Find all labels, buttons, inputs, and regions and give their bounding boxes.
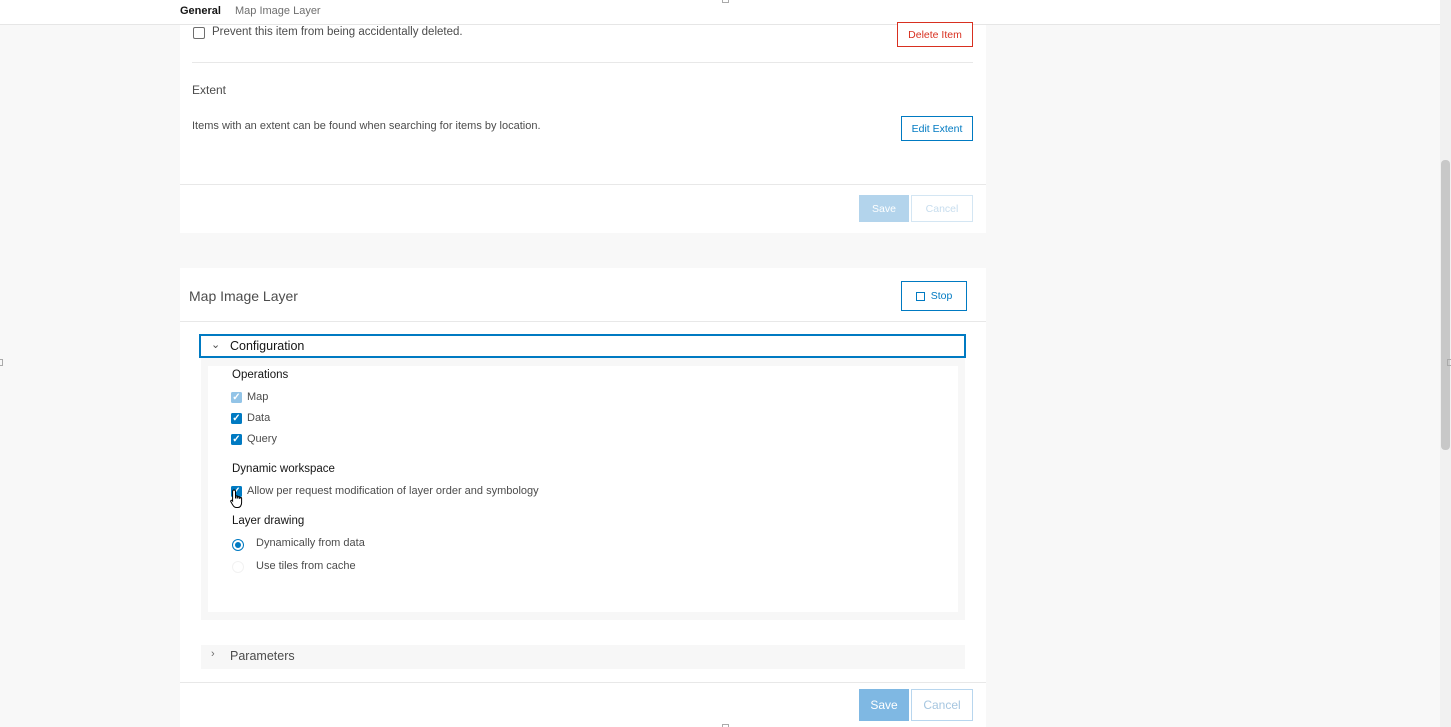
dynamic-workspace-label: Allow per request modification of layer … bbox=[247, 485, 539, 497]
chevron-down-icon: ⌄ bbox=[211, 339, 221, 351]
operations-heading: Operations bbox=[232, 369, 289, 381]
delete-protection-checkbox[interactable] bbox=[193, 27, 205, 39]
configuration-accordion-header[interactable]: ⌄ Configuration bbox=[199, 334, 966, 358]
dynamically-from-data-radio[interactable] bbox=[232, 539, 244, 551]
map-operation-checkbox[interactable]: ✓ bbox=[231, 392, 242, 403]
divider bbox=[180, 682, 986, 683]
divider bbox=[192, 62, 973, 63]
data-operation-checkbox[interactable]: ✓ bbox=[231, 413, 242, 424]
parameters-accordion-header[interactable]: › Parameters bbox=[201, 645, 965, 669]
map-image-layer-title: Map Image Layer bbox=[189, 288, 298, 304]
general-cancel-button[interactable]: Cancel bbox=[911, 195, 973, 222]
extent-description: Items with an extent can be found when s… bbox=[192, 120, 541, 132]
stop-button-label: Stop bbox=[930, 290, 953, 302]
square-icon bbox=[915, 291, 925, 301]
layer-cancel-button[interactable]: Cancel bbox=[911, 689, 973, 721]
delete-item-button[interactable]: Delete Item bbox=[897, 22, 973, 47]
dynamically-from-data-label: Dynamically from data bbox=[256, 537, 365, 549]
scrollbar-thumb[interactable] bbox=[1441, 160, 1450, 450]
data-operation-label: Data bbox=[247, 412, 271, 424]
top-tab-bar: General Map Image Layer bbox=[0, 0, 1451, 25]
layer-save-button[interactable]: Save bbox=[859, 689, 909, 721]
tab-general[interactable]: General bbox=[180, 5, 221, 17]
tab-map-image-layer[interactable]: Map Image Layer bbox=[235, 5, 321, 17]
use-tiles-from-cache-label: Use tiles from cache bbox=[256, 560, 356, 572]
extent-heading: Extent bbox=[192, 83, 227, 97]
resize-handle-left[interactable] bbox=[0, 359, 3, 366]
divider bbox=[180, 184, 986, 185]
edit-extent-button[interactable]: Edit Extent bbox=[901, 116, 973, 141]
hand-pointer-icon bbox=[230, 489, 243, 508]
dynamic-workspace-heading: Dynamic workspace bbox=[232, 463, 335, 475]
parameters-label: Parameters bbox=[230, 649, 295, 663]
resize-handle-right[interactable] bbox=[1447, 359, 1451, 366]
resize-handle-top[interactable] bbox=[722, 0, 729, 3]
chevron-right-icon: › bbox=[211, 648, 215, 660]
query-operation-label: Query bbox=[247, 433, 277, 445]
divider bbox=[180, 321, 986, 322]
layer-drawing-heading: Layer drawing bbox=[232, 515, 305, 527]
stop-service-button[interactable]: Stop bbox=[901, 281, 967, 311]
delete-protection-label: Prevent this item from being accidentall… bbox=[212, 26, 463, 38]
general-save-button[interactable]: Save bbox=[859, 195, 909, 222]
configuration-label: Configuration bbox=[230, 339, 305, 353]
map-operation-label: Map bbox=[247, 391, 269, 403]
query-operation-checkbox[interactable]: ✓ bbox=[231, 434, 242, 445]
use-tiles-from-cache-radio[interactable] bbox=[232, 561, 244, 573]
